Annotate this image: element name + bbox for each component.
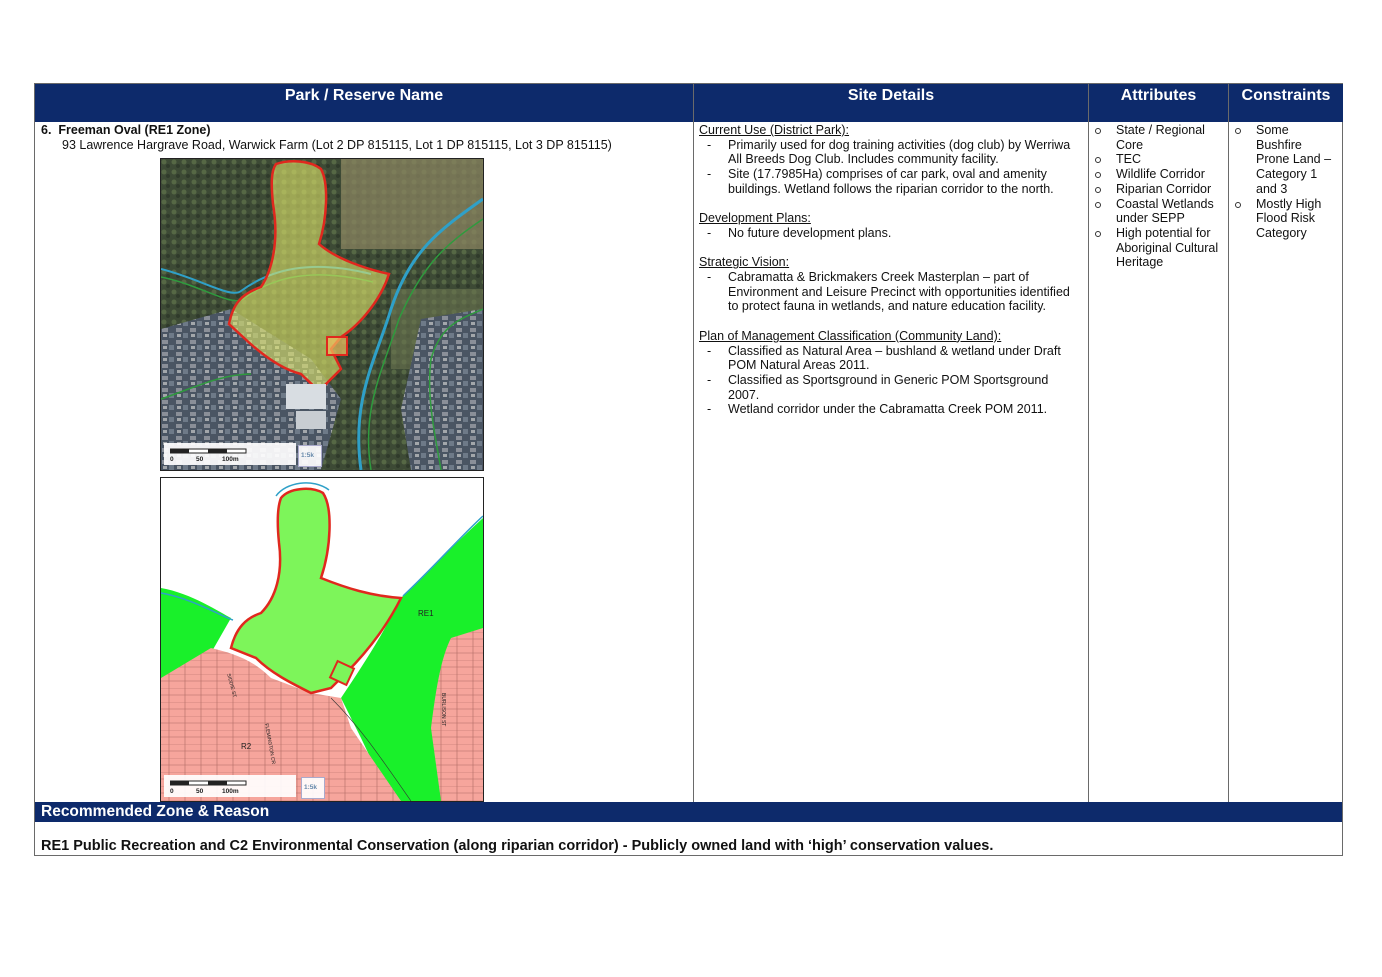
zoning-scale-stamp: 1:5k xyxy=(301,777,325,799)
constraints-cell: Some Bushfire Prone Land – Category 1 an… xyxy=(1229,123,1337,241)
aerial-map: 0 50 100m 1:5k xyxy=(160,158,484,471)
aerial-scale-bar: 0 50 100m xyxy=(164,443,296,465)
scale-label-zero: 0 xyxy=(170,788,174,795)
zoning-scale-bar: 0 50 100m xyxy=(164,775,296,797)
list-item: No future development plans. xyxy=(699,226,1083,241)
aerial-scale-stamp: 1:5k xyxy=(298,445,322,467)
scale-label-fifty: 50 xyxy=(196,456,204,463)
column-divider xyxy=(693,84,694,802)
park-title: 6. Freeman Oval (RE1 Zone) xyxy=(41,123,681,138)
park-table: Park / Reserve Name Site Details Attribu… xyxy=(34,83,1343,856)
site-details-cell: Current Use (District Park): Primarily u… xyxy=(699,123,1083,417)
vision-list: Cabramatta & Brickmakers Creek Masterpla… xyxy=(699,270,1083,314)
header-attributes: Attributes xyxy=(1089,84,1228,122)
pom-title: Plan of Management Classification (Commu… xyxy=(699,328,1002,343)
list-item: Wetland corridor under the Cabramatta Cr… xyxy=(699,402,1083,417)
park-number: 6. xyxy=(41,123,52,137)
constraints-list: Some Bushfire Prone Land – Category 1 an… xyxy=(1229,123,1337,241)
current-use-title: Current Use (District Park): xyxy=(699,123,850,137)
recommended-zone-text: RE1 Public Recreation and C2 Environment… xyxy=(41,838,994,854)
list-item: Classified as Sportsground in Generic PO… xyxy=(699,373,1083,402)
zoning-map-image xyxy=(161,478,483,801)
recommended-zone-title: Recommended Zone & Reason xyxy=(35,802,1342,822)
scale-ruler-icon xyxy=(170,448,247,454)
attributes-cell: State / Regional Core TEC Wildlife Corri… xyxy=(1089,123,1226,270)
list-item: Riparian Corridor xyxy=(1089,182,1226,197)
list-item: High potential for Aboriginal Cultural H… xyxy=(1089,226,1226,270)
scale-label-zero: 0 xyxy=(170,456,174,463)
zoning-map: RE1 R2 BURLISON ST SIDDIE ST FLEMINGTON … xyxy=(160,477,484,802)
scale-label-fifty: 50 xyxy=(196,788,204,795)
scale-ruler-icon xyxy=(170,780,247,786)
list-item: Cabramatta & Brickmakers Creek Masterpla… xyxy=(699,270,1083,314)
list-item: Coastal Wetlands under SEPP xyxy=(1089,197,1226,226)
zone-label-r2: R2 xyxy=(241,742,252,751)
development-title: Development Plans: xyxy=(699,211,811,226)
list-item: Wildlife Corridor xyxy=(1089,167,1226,182)
development-list: No future development plans. xyxy=(699,226,1083,241)
attributes-list: State / Regional Core TEC Wildlife Corri… xyxy=(1089,123,1226,270)
current-use-list: Primarily used for dog training activiti… xyxy=(699,138,1083,197)
vision-title: Strategic Vision: xyxy=(699,255,790,270)
park-name: Freeman Oval (RE1 Zone) xyxy=(58,123,211,137)
list-item: Primarily used for dog training activiti… xyxy=(699,138,1083,167)
scale-label-hundred: 100m xyxy=(222,456,239,463)
list-item: TEC xyxy=(1089,152,1226,167)
street-label-burlison: BURLISON ST xyxy=(440,693,446,727)
park-name-cell: 6. Freeman Oval (RE1 Zone) 93 Lawrence H… xyxy=(41,123,681,152)
header-site-details: Site Details xyxy=(694,84,1088,122)
pom-list: Classified as Natural Area – bushland & … xyxy=(699,344,1083,418)
header-park-name: Park / Reserve Name xyxy=(35,84,693,122)
list-item: Site (17.7985Ha) comprises of car park, … xyxy=(699,167,1083,196)
list-item: Mostly High Flood Risk Category xyxy=(1229,197,1337,241)
header-constraints: Constraints xyxy=(1229,84,1343,122)
list-item: Some Bushfire Prone Land – Category 1 an… xyxy=(1229,123,1337,197)
list-item: State / Regional Core xyxy=(1089,123,1226,152)
list-item: Classified as Natural Area – bushland & … xyxy=(699,344,1083,373)
aerial-map-image xyxy=(161,159,483,470)
park-address: 93 Lawrence Hargrave Road, Warwick Farm … xyxy=(62,137,612,152)
scale-label-hundred: 100m xyxy=(222,788,239,795)
zone-label-re1: RE1 xyxy=(418,609,434,618)
